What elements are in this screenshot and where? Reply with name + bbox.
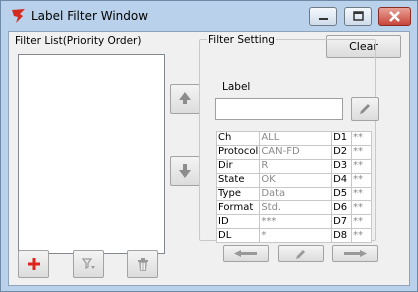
- title-bar[interactable]: Label Filter Window: [1, 1, 417, 31]
- pencil-icon: [360, 104, 370, 114]
- label-input[interactable]: [215, 98, 343, 120]
- filter-setting-s-cell[interactable]: **: [351, 200, 372, 216]
- trash-icon: [137, 257, 148, 271]
- filter-list[interactable]: [18, 54, 165, 254]
- filter-setting-title: Filter Setting: [207, 34, 276, 46]
- filter-setting-s-cell[interactable]: **: [351, 158, 372, 174]
- filter-setting-s-cell[interactable]: **: [351, 228, 372, 243]
- filter-setting-d-cell: D1: [331, 131, 353, 146]
- add-filter-button[interactable]: [18, 250, 49, 278]
- filter-setting-d-cell: D5: [331, 186, 353, 202]
- filter-icon: [81, 258, 95, 269]
- label-filter-window: Label Filter Window Filter List(Priority…: [0, 0, 418, 292]
- filter-setting-s-cell[interactable]: **: [351, 172, 372, 188]
- filter-setting-row[interactable]: State OK D4 **: [215, 172, 372, 188]
- window-title: Label Filter Window: [31, 9, 149, 23]
- app-logo-icon: [12, 9, 25, 23]
- edit-setting-button[interactable]: [278, 245, 324, 262]
- filter-setting-s-cell[interactable]: **: [351, 214, 372, 230]
- filter-setting-row[interactable]: Dir R D3 **: [215, 158, 372, 174]
- filter-list-label: Filter List(Priority Order): [15, 35, 142, 47]
- filter-setting-s-cell[interactable]: **: [351, 186, 372, 202]
- filter-setting-key-cell: State: [215, 172, 261, 188]
- plus-icon: [27, 258, 40, 270]
- filter-setting-value-cell[interactable]: CAN-FD: [259, 144, 333, 160]
- delete-filter-button[interactable]: [127, 250, 158, 278]
- arrow-up-icon: [179, 92, 191, 104]
- filter-setting-value-cell[interactable]: OK: [259, 172, 333, 188]
- filter-setting-d-cell: D6: [331, 200, 353, 216]
- filter-setting-d-cell: D2: [331, 144, 353, 160]
- arrow-down-icon: [179, 164, 191, 178]
- close-button[interactable]: [378, 7, 411, 26]
- filter-setting-value-cell[interactable]: ALL: [259, 131, 333, 146]
- filter-setting-value-cell[interactable]: ***: [259, 214, 333, 230]
- filter-setting-row[interactable]: Protocol CAN-FD D2 **: [215, 144, 372, 160]
- pencil-icon: [296, 249, 305, 259]
- filter-setting-row[interactable]: Ch ALL D1 **: [215, 131, 372, 146]
- filter-setting-value-cell[interactable]: Std.: [259, 200, 333, 216]
- filter-setting-key-cell: Ch: [215, 131, 261, 146]
- filter-setting-value-cell[interactable]: R: [259, 158, 333, 174]
- filter-setting-value-cell[interactable]: Data: [259, 186, 333, 202]
- filter-setting-key-cell: Dir: [215, 158, 261, 174]
- next-button[interactable]: [332, 245, 378, 262]
- filter-setting-row[interactable]: Type Data D5 **: [215, 186, 372, 202]
- filter-setting-row[interactable]: Format Std. D6 **: [215, 200, 372, 216]
- maximize-button[interactable]: [344, 7, 372, 26]
- filter-setting-s-cell[interactable]: **: [351, 131, 372, 146]
- filter-setting-key-cell: Protocol: [215, 144, 261, 160]
- filter-setting-d-cell: D3: [331, 158, 353, 174]
- minimize-button[interactable]: [309, 7, 337, 26]
- filter-setting-key-cell: DL: [215, 228, 261, 243]
- filter-setting-key-cell: ID: [215, 214, 261, 230]
- filter-setting-table: Ch ALL D1 ** Protocol CAN-FD D2 ** Dir R D3 ** State…: [215, 131, 372, 243]
- move-up-button[interactable]: [170, 84, 200, 114]
- filter-setting-d-cell: D7: [331, 214, 353, 230]
- arrow-left-icon: [234, 250, 257, 257]
- arrow-right-icon: [344, 250, 367, 257]
- filter-setting-key-cell: Format: [215, 200, 261, 216]
- filter-setting-row[interactable]: DL * D8 **: [215, 228, 372, 243]
- move-down-button[interactable]: [170, 156, 200, 186]
- filter-setting-s-cell[interactable]: **: [351, 144, 372, 160]
- filter-setting-key-cell: Type: [215, 186, 261, 202]
- filter-edit-button[interactable]: [73, 250, 104, 278]
- label-field-label: Label: [222, 81, 251, 93]
- filter-setting-d-cell: D8: [331, 228, 353, 243]
- previous-button[interactable]: [223, 245, 269, 262]
- filter-setting-value-cell[interactable]: *: [259, 228, 333, 243]
- close-icon: [389, 11, 400, 22]
- filter-setting-d-cell: D4: [331, 172, 353, 188]
- filter-setting-row[interactable]: ID *** D7 **: [215, 214, 372, 230]
- edit-label-button[interactable]: [351, 97, 379, 121]
